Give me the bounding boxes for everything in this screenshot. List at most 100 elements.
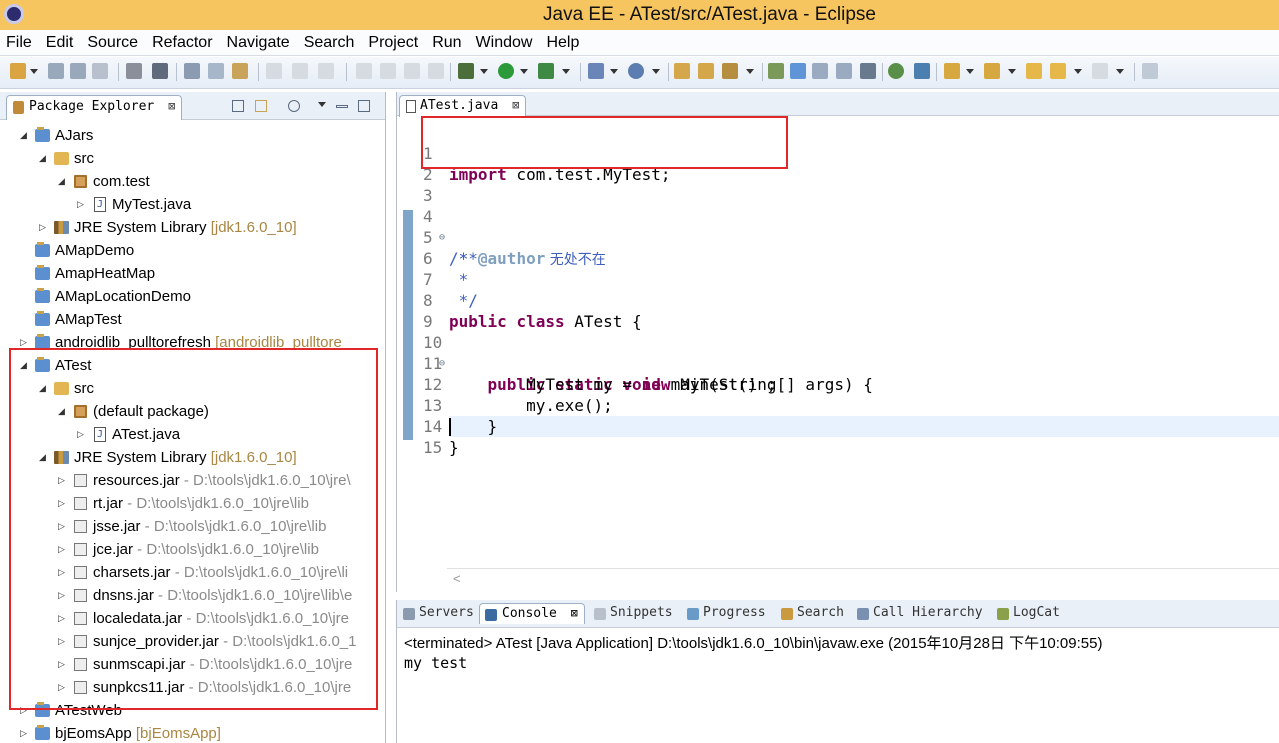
expanded-arrow-icon[interactable]: ◢	[20, 124, 32, 147]
collapsed-arrow-icon[interactable]: ▷	[20, 331, 32, 354]
previous-edit-location-icon[interactable]	[984, 63, 1000, 79]
run-dropdown-icon[interactable]	[520, 69, 528, 74]
tree-item[interactable]: ▷ bjEomsApp [bjEomsApp]	[0, 722, 385, 743]
tree-item[interactable]: ▷ jce.jar - D:\tools\jdk1.6.0_10\jre\lib	[0, 538, 376, 561]
menu-help[interactable]: Help	[546, 34, 579, 52]
close-tab-icon[interactable]: ⊠	[512, 98, 519, 112]
word-wrap-icon[interactable]	[812, 63, 828, 79]
tree-item[interactable]: ▷ resources.jar - D:\tools\jdk1.6.0_10\j…	[0, 469, 376, 492]
expanded-arrow-icon[interactable]: ◢	[39, 446, 51, 469]
expanded-arrow-icon[interactable]: ◢	[58, 400, 70, 423]
next-edit-location-icon[interactable]	[944, 63, 960, 79]
web-browser-icon[interactable]	[888, 63, 904, 79]
expanded-arrow-icon[interactable]: ◢	[58, 170, 70, 193]
save-all-icon[interactable]	[70, 63, 86, 79]
code-area[interactable]: 1 import com.test.MyTest; 2 3 4 ⊖ /** 5 …	[397, 116, 1279, 566]
suspend-icon[interactable]	[380, 63, 396, 79]
menu-search[interactable]: Search	[304, 34, 355, 52]
tree-item[interactable]: ▷ charsets.jar - D:\tools\jdk1.6.0_10\jr…	[0, 561, 376, 584]
run-external-tool-icon[interactable]	[538, 63, 554, 79]
save-icon[interactable]	[48, 63, 64, 79]
toggle-block-icon[interactable]	[208, 63, 224, 79]
collapsed-arrow-icon[interactable]: ▷	[39, 216, 51, 239]
tab-snippets[interactable]: Snippets	[594, 605, 673, 620]
new-java-project-icon[interactable]	[588, 63, 604, 79]
tree-item[interactable]: ◢ ATest	[0, 354, 385, 377]
close-tab-icon[interactable]: ⊠	[571, 606, 578, 620]
expanded-arrow-icon[interactable]: ◢	[39, 147, 51, 170]
search-tool-icon[interactable]	[722, 63, 738, 79]
run-icon[interactable]	[498, 63, 514, 79]
menu-window[interactable]: Window	[476, 34, 533, 52]
tree-item[interactable]: AMapTest	[0, 308, 385, 331]
new-project-dropdown-icon[interactable]	[610, 69, 618, 74]
previous-annotation-icon[interactable]	[292, 63, 308, 79]
tree-item[interactable]: AMapDemo	[0, 239, 385, 262]
previous-edit-dropdown-icon[interactable]	[1008, 69, 1016, 74]
link-with-editor-icon[interactable]	[255, 100, 267, 112]
menu-file[interactable]: File	[6, 34, 32, 52]
menu-source[interactable]: Source	[87, 34, 138, 52]
external-tool-dropdown-icon[interactable]	[562, 69, 570, 74]
new-wizard-icon[interactable]	[10, 63, 26, 79]
tab-servers[interactable]: Servers	[403, 605, 474, 620]
collapsed-arrow-icon[interactable]: ▷	[58, 538, 70, 561]
editor-tab-atest-java[interactable]: ATest.java ⊠	[399, 95, 527, 117]
terminate-icon[interactable]	[404, 63, 420, 79]
tree-item[interactable]: ◢ com.test	[0, 170, 385, 193]
disconnect-icon[interactable]	[428, 63, 444, 79]
minimize-icon[interactable]	[336, 105, 348, 108]
tab-search[interactable]: Search	[781, 605, 844, 620]
menu-edit[interactable]: Edit	[46, 34, 74, 52]
tree-item[interactable]: ◢ src	[0, 147, 385, 170]
last-edit-icon[interactable]	[318, 63, 334, 79]
menu-run[interactable]: Run	[432, 34, 461, 52]
tree-item[interactable]: ▷ ATest.java	[0, 423, 385, 446]
new-class-dropdown-icon[interactable]	[652, 69, 660, 74]
scroll-left-icon[interactable]: <	[453, 571, 461, 586]
forward-arrow-icon[interactable]	[1092, 63, 1108, 79]
block-selection-icon[interactable]	[836, 63, 852, 79]
tree-item[interactable]: ▷ JRE System Library [jdk1.6.0_10]	[0, 216, 385, 239]
next-edit-dropdown-icon[interactable]	[966, 69, 974, 74]
close-tab-icon[interactable]: ⊠	[168, 99, 175, 113]
debug-dropdown-icon[interactable]	[480, 69, 488, 74]
collapsed-arrow-icon[interactable]: ▷	[58, 630, 70, 653]
new-dropdown-icon[interactable]	[30, 69, 38, 74]
tree-item[interactable]: ▷ rt.jar - D:\tools\jdk1.6.0_10\jre\lib	[0, 492, 376, 515]
toggle-mark-occurrences-icon[interactable]	[790, 63, 806, 79]
debug-icon[interactable]	[458, 63, 474, 79]
menu-refactor[interactable]: Refactor	[152, 34, 212, 52]
menu-project[interactable]: Project	[368, 34, 418, 52]
print-icon[interactable]	[92, 63, 108, 79]
collapsed-arrow-icon[interactable]: ▷	[77, 423, 89, 446]
package-explorer-tab[interactable]: Package Explorer ⊠	[6, 95, 183, 120]
tab-progress[interactable]: Progress	[687, 605, 766, 620]
open-console-icon[interactable]	[126, 63, 142, 79]
tree-item[interactable]: ▷ dnsns.jar - D:\tools\jdk1.6.0_10\jre\l…	[0, 584, 376, 607]
tree-item[interactable]: ▷ jsse.jar - D:\tools\jdk1.6.0_10\jre\li…	[0, 515, 376, 538]
search-dropdown-icon[interactable]	[746, 69, 754, 74]
new-java-class-icon[interactable]	[628, 63, 644, 79]
collapsed-arrow-icon[interactable]: ▷	[77, 193, 89, 216]
next-annotation-icon[interactable]	[266, 63, 282, 79]
terminal-icon[interactable]	[152, 63, 168, 79]
open-task-icon[interactable]	[698, 63, 714, 79]
back-dropdown-icon[interactable]	[1074, 69, 1082, 74]
resume-icon[interactable]	[356, 63, 372, 79]
tab-call-hierarchy[interactable]: Call Hierarchy	[857, 605, 983, 620]
tab-logcat[interactable]: LogCat	[997, 605, 1060, 620]
collapsed-arrow-icon[interactable]: ▷	[58, 515, 70, 538]
collapsed-arrow-icon[interactable]: ▷	[58, 676, 70, 699]
tree-item[interactable]: ◢ (default package)	[0, 400, 385, 423]
collapsed-arrow-icon[interactable]: ▷	[20, 699, 32, 722]
tab-console[interactable]: Console ⊠	[479, 603, 585, 624]
tree-item[interactable]: ▷ ATestWeb	[0, 699, 385, 722]
collapsed-arrow-icon[interactable]: ▷	[58, 607, 70, 630]
mark-occurrences-icon[interactable]	[232, 63, 248, 79]
sync-icon[interactable]	[914, 63, 930, 79]
focus-icon[interactable]	[288, 100, 300, 112]
tree-item[interactable]: ▷ sunmscapi.jar - D:\tools\jdk1.6.0_10\j…	[0, 653, 376, 676]
tree-item[interactable]: ▷ sunpkcs11.jar - D:\tools\jdk1.6.0_10\j…	[0, 676, 376, 699]
tree-item[interactable]: AMapLocationDemo	[0, 285, 385, 308]
